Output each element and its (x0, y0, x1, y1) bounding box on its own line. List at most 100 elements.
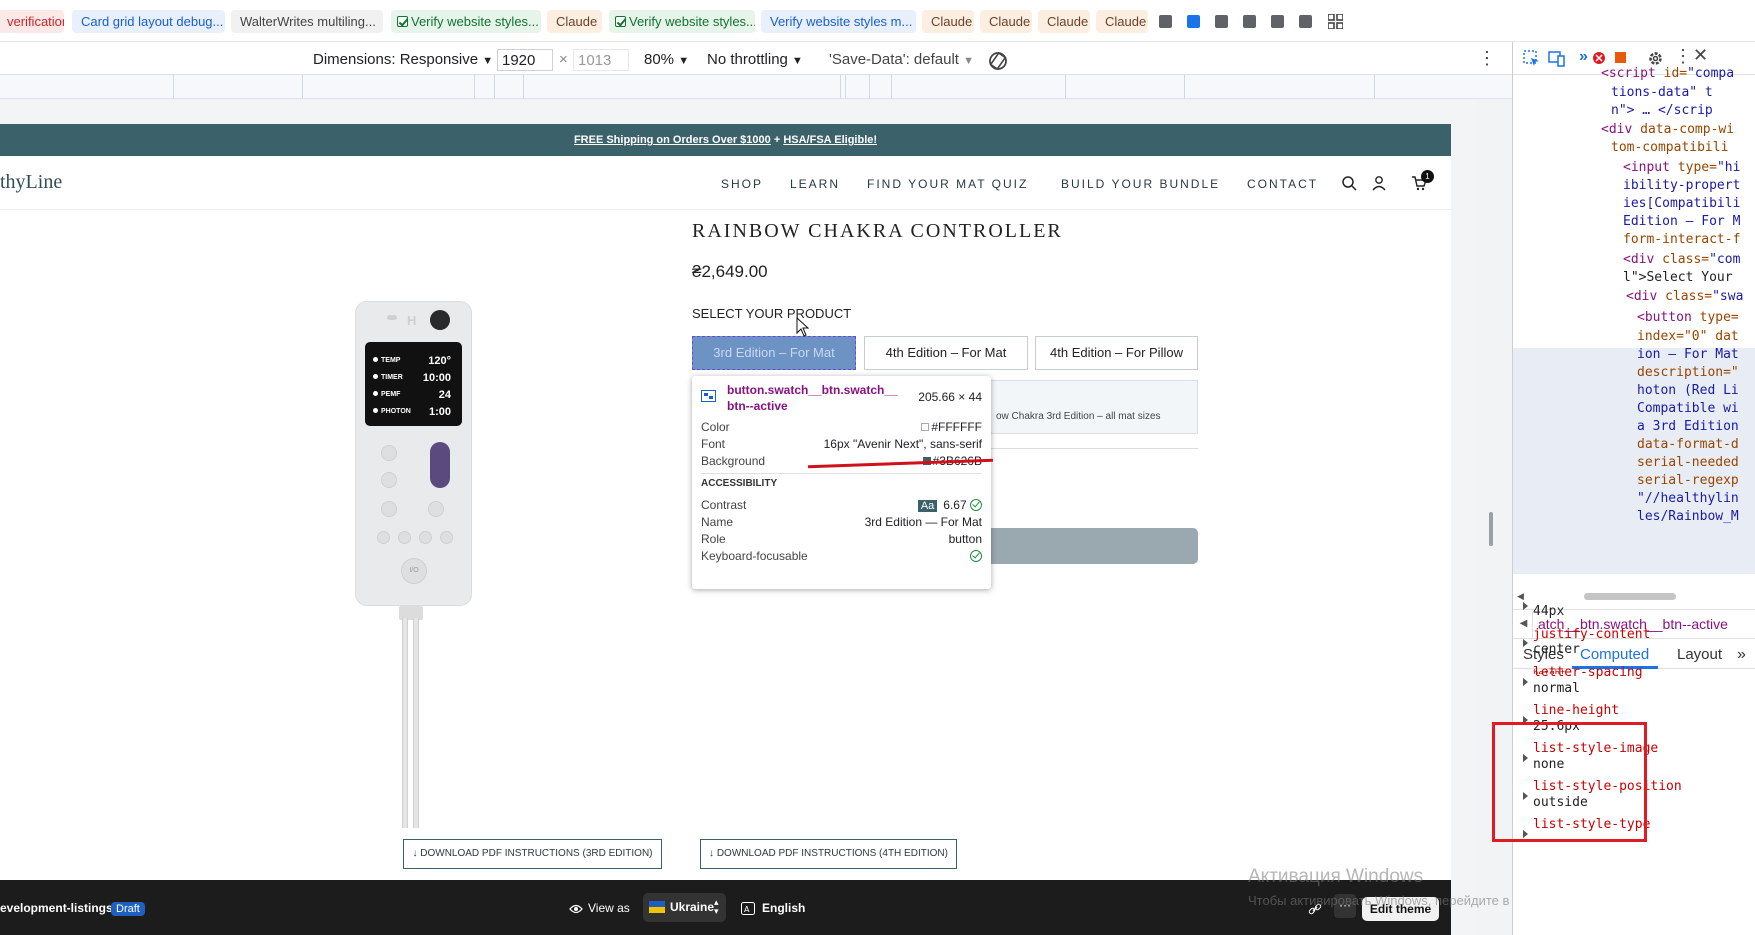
breadcrumb-back-icon[interactable]: ◀ (1515, 610, 1533, 638)
dimensions-dropdown[interactable]: Dimensions: Responsive ▼ (313, 49, 493, 71)
tab-layout[interactable]: Layout (1677, 646, 1722, 663)
dom-line[interactable]: les/Rainbow_M (1637, 509, 1739, 524)
tab-favicon-icon[interactable] (1299, 15, 1312, 28)
search-icon[interactable] (1341, 175, 1357, 191)
cable (402, 618, 408, 828)
tab-verify-styles-1[interactable]: Verify website styles... (391, 10, 541, 33)
tab-claude-4[interactable]: Claude (1038, 10, 1090, 33)
cart-count-badge: 1 (1421, 170, 1434, 183)
tab-card-grid[interactable]: Card grid layout debug... (72, 10, 225, 33)
site-logo[interactable]: thyLine (0, 171, 62, 194)
dom-line[interactable]: <div class="com (1623, 252, 1740, 267)
dom-line[interactable]: serial-needed (1637, 455, 1739, 470)
account-icon[interactable] (1371, 175, 1387, 191)
tab-favicon-icon[interactable] (1159, 15, 1172, 28)
dom-line[interactable]: l">Select Your (1623, 270, 1733, 285)
devtools-menu-icon[interactable]: ⋮ (1674, 46, 1692, 67)
horizontal-scrollbar[interactable]: ◀ (1513, 590, 1755, 602)
computed-prop[interactable]: line-height (1533, 703, 1619, 718)
rotate-icon[interactable] (987, 50, 1009, 72)
tab-favicon-icon[interactable] (1215, 15, 1228, 28)
hsa-fsa-link[interactable]: HSA/FSA Eligible! (783, 134, 877, 146)
dom-line[interactable]: tions-data" t (1611, 85, 1713, 100)
tab-walterwrites[interactable]: WalterWrites multiling... (231, 10, 383, 33)
dom-line[interactable]: Edition – For M (1623, 214, 1740, 229)
dom-line[interactable]: ion – For Mat (1637, 347, 1739, 362)
height-input[interactable]: 1013 (573, 49, 629, 71)
computed-prop[interactable]: letter-spacing (1533, 665, 1643, 680)
dom-line[interactable]: ies[Compatibili (1623, 196, 1740, 211)
dom-line[interactable]: data-format-d (1637, 437, 1739, 452)
scroll-thumb[interactable] (1584, 593, 1676, 600)
expand-triangle-icon[interactable] (1523, 678, 1528, 686)
computed-prop[interactable]: justify-content (1533, 627, 1650, 642)
swatch-4th-edition-pillow[interactable]: 4th Edition – For Pillow (1035, 336, 1198, 370)
nav-find-your-mat-quiz[interactable]: FIND YOUR MAT QUIZ (867, 177, 1028, 191)
download-pdf-4th-edition-button[interactable]: ↓ DOWNLOAD PDF INSTRUCTIONS (4TH EDITION… (700, 839, 957, 869)
error-icon[interactable] (1591, 50, 1608, 67)
tab-verification[interactable]: verification (0, 10, 64, 33)
screen-label: PEMF (381, 391, 401, 398)
device-toggle-icon[interactable] (1548, 50, 1565, 67)
resize-handle[interactable] (1489, 512, 1493, 546)
tab-label: Claude (931, 14, 973, 29)
dom-line[interactable]: serial-regexp (1637, 473, 1739, 488)
country-selector[interactable]: Ukraine ▴ ▾ (643, 893, 726, 922)
nav-contact[interactable]: CONTACT (1247, 177, 1318, 191)
expand-triangle-icon[interactable] (1523, 639, 1528, 647)
tab-label: verification (7, 14, 64, 29)
more-options-icon[interactable]: ⋮ (1478, 48, 1496, 69)
nav-build-your-bundle[interactable]: BUILD YOUR BUNDLE (1061, 177, 1220, 191)
dom-line[interactable]: <div data-comp-wi (1601, 122, 1734, 137)
language-selector[interactable]: English (762, 901, 805, 915)
tab-favicon-icon[interactable] (1187, 15, 1200, 28)
tab-claude-1[interactable]: Claude (547, 10, 602, 33)
tab-claude-2[interactable]: Claude (922, 10, 974, 33)
remote-button (381, 445, 397, 461)
tab-claude-3[interactable]: Claude (980, 10, 1032, 33)
dom-line-selected[interactable]: <button type= (1637, 310, 1739, 325)
close-icon[interactable]: ✕ (1693, 45, 1708, 66)
dom-line[interactable]: description=" (1637, 365, 1739, 380)
draft-badge-wrap: Draft (111, 901, 145, 916)
dom-line[interactable]: a 3rd Edition (1637, 419, 1739, 434)
settings-gear-icon[interactable] (1647, 50, 1664, 67)
dom-line[interactable]: ibility-propert (1623, 178, 1740, 193)
swatch-4th-edition-mat[interactable]: 4th Edition – For Mat (864, 336, 1028, 370)
tab-verify-styles-2[interactable]: Verify website styles... (609, 10, 755, 33)
issues-icon[interactable] (1612, 50, 1629, 67)
dom-line[interactable]: n"> … </scrip (1611, 103, 1713, 118)
more-tabs-icon[interactable]: » (1579, 48, 1588, 66)
nav-shop[interactable]: SHOP (721, 177, 763, 191)
dom-line[interactable]: Compatible wi (1637, 401, 1739, 416)
color-swatch (921, 423, 930, 431)
more-tabs-icon[interactable]: » (1737, 646, 1746, 664)
dom-line[interactable]: index="0" dat (1637, 329, 1739, 344)
inspect-element-icon[interactable] (1523, 50, 1540, 67)
grid-icon[interactable] (1328, 14, 1343, 29)
dom-line[interactable]: form-interact-f (1623, 232, 1740, 247)
dimensions-label: Dimensions: Responsive (313, 51, 479, 68)
dom-line[interactable]: hoton (Red Li (1637, 383, 1739, 398)
tab-favicon-icon[interactable] (1271, 15, 1284, 28)
tab-label: Verify website styles... (411, 14, 539, 29)
tab-claude-5[interactable]: Claude (1096, 10, 1148, 33)
nav-learn[interactable]: LEARN (790, 177, 840, 191)
expand-triangle-icon[interactable] (1523, 602, 1528, 610)
dom-line[interactable]: <div class="swa (1626, 289, 1743, 304)
tab-verify-styles-3[interactable]: Verify website styles m... (761, 10, 916, 33)
save-data-dropdown[interactable]: 'Save-Data': default ▼ (829, 49, 974, 71)
throttling-dropdown[interactable]: No throttling ▼ (707, 49, 803, 71)
width-input[interactable]: 1920 (497, 49, 553, 71)
tab-favicon-icon[interactable] (1243, 15, 1256, 28)
dom-line[interactable]: <script id="compa (1601, 66, 1734, 81)
download-pdf-3rd-edition-button[interactable]: ↓ DOWNLOAD PDF INSTRUCTIONS (3RD EDITION… (403, 839, 662, 869)
zoom-dropdown[interactable]: 80% ▼ (644, 49, 689, 71)
dom-line[interactable]: "//healthylin (1637, 491, 1739, 506)
tab-computed[interactable]: Computed (1580, 646, 1649, 663)
tooltip-row-contrast: Contrast Aa 6.67 (701, 498, 982, 514)
dom-line[interactable]: <input type="hi (1623, 160, 1740, 175)
dom-line[interactable]: tom-compatibili (1611, 140, 1728, 155)
swatch-3rd-edition-mat[interactable]: 3rd Edition – For Mat (692, 336, 856, 370)
screen-row: TEMP 120° (373, 355, 453, 367)
